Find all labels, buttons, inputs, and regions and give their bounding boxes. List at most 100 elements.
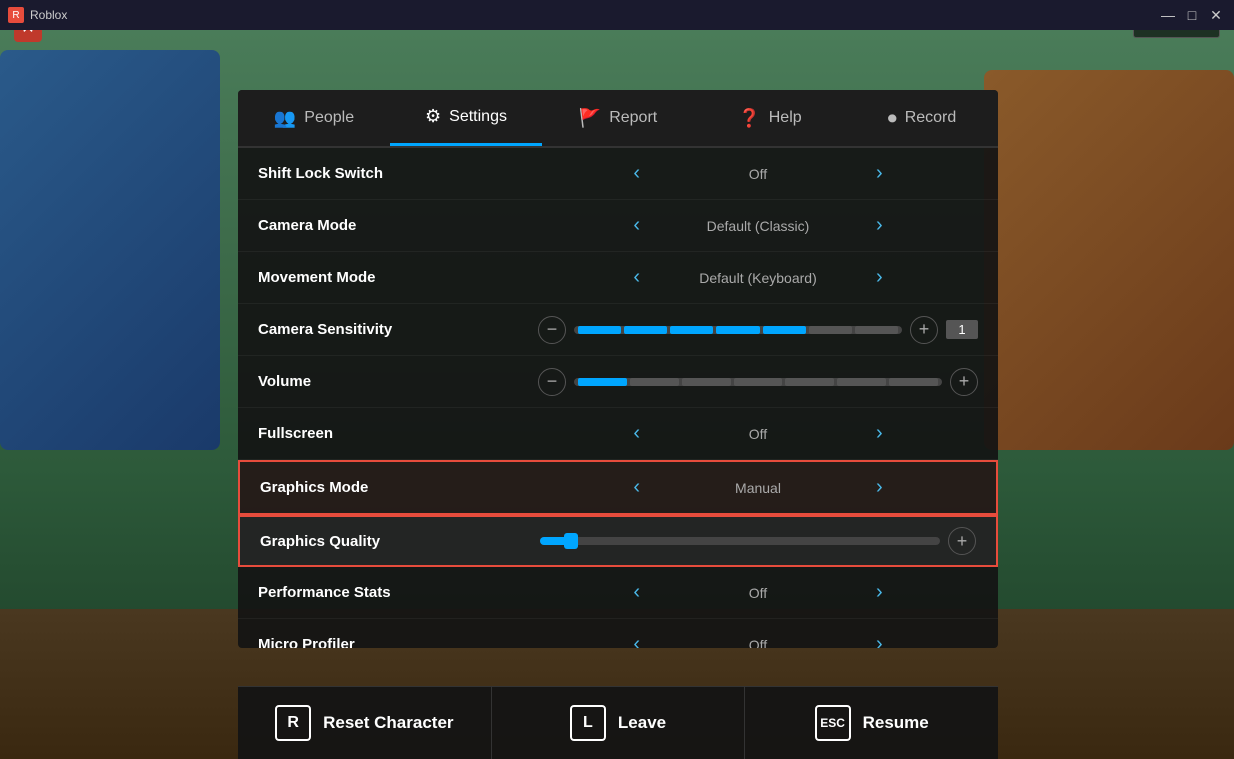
vseg3 — [682, 378, 731, 386]
setting-graphics-mode: Graphics Mode ‹ Manual › — [238, 460, 998, 515]
graphics-mode-control: ‹ Manual › — [540, 472, 976, 503]
seg7 — [855, 326, 898, 334]
micro-profiler-next[interactable]: › — [868, 629, 891, 648]
vseg5 — [785, 378, 834, 386]
resume-button[interactable]: ESC Resume — [745, 687, 998, 759]
camera-sensitivity-value: 1 — [946, 320, 978, 339]
setting-performance-stats: Performance Stats ‹ Off › — [238, 567, 998, 619]
seg5 — [763, 326, 806, 334]
maximize-button[interactable]: □ — [1182, 5, 1202, 25]
movement-mode-next[interactable]: › — [868, 262, 891, 293]
report-tab-icon: 🚩 — [579, 108, 601, 129]
graphics-quality-label: Graphics Quality — [260, 533, 540, 550]
settings-content: Shift Lock Switch ‹ Off › Camera Mode ‹ … — [238, 148, 998, 648]
setting-movement-mode: Movement Mode ‹ Default (Keyboard) › — [238, 252, 998, 304]
micro-profiler-label: Micro Profiler — [258, 636, 538, 648]
reset-key-badge: R — [275, 705, 311, 741]
micro-profiler-value: Off — [658, 637, 858, 649]
seg6 — [809, 326, 852, 334]
window-close-button[interactable]: ✕ — [1206, 5, 1226, 25]
setting-volume: Volume − + — [238, 356, 998, 408]
performance-stats-next[interactable]: › — [868, 577, 891, 608]
graphics-quality-slider: + — [540, 527, 976, 555]
movement-mode-label: Movement Mode — [258, 269, 538, 286]
volume-plus[interactable]: + — [950, 368, 978, 396]
fullscreen-value: Off — [658, 426, 858, 442]
vseg7 — [889, 378, 938, 386]
seg3 — [670, 326, 713, 334]
setting-shift-lock: Shift Lock Switch ‹ Off › — [238, 148, 998, 200]
setting-graphics-quality: Graphics Quality + — [238, 515, 998, 567]
shift-lock-control: ‹ Off › — [538, 158, 978, 189]
help-tab-icon: ❓ — [738, 108, 760, 129]
camera-sensitivity-plus[interactable]: + — [910, 316, 938, 344]
micro-profiler-control: ‹ Off › — [538, 629, 978, 648]
leave-key-badge: L — [570, 705, 606, 741]
setting-camera-mode: Camera Mode ‹ Default (Classic) › — [238, 200, 998, 252]
tab-people[interactable]: 👥 People — [238, 90, 390, 146]
vseg6 — [837, 378, 886, 386]
minimize-button[interactable]: — — [1158, 5, 1178, 25]
performance-stats-label: Performance Stats — [258, 584, 538, 601]
fullscreen-control: ‹ Off › — [538, 418, 978, 449]
camera-sensitivity-label: Camera Sensitivity — [258, 321, 538, 338]
micro-profiler-prev[interactable]: ‹ — [625, 629, 648, 648]
people-tab-label: People — [304, 109, 354, 127]
leave-button[interactable]: L Leave — [492, 687, 746, 759]
fullscreen-prev[interactable]: ‹ — [625, 418, 648, 449]
fullscreen-label: Fullscreen — [258, 425, 538, 442]
vseg4 — [734, 378, 783, 386]
titlebar: R Roblox — □ ✕ — [0, 0, 1234, 30]
reset-character-button[interactable]: R Reset Character — [238, 687, 492, 759]
seg4 — [716, 326, 759, 334]
setting-micro-profiler: Micro Profiler ‹ Off › — [238, 619, 998, 648]
record-tab-label: Record — [905, 109, 957, 127]
camera-sensitivity-control: − + 1 — [538, 316, 978, 344]
settings-tab-icon: ⚙ — [425, 106, 441, 127]
shift-lock-prev[interactable]: ‹ — [625, 158, 648, 189]
volume-control: − + — [538, 368, 978, 396]
bottom-bar: R Reset Character L Leave ESC Resume — [238, 686, 998, 759]
graphics-mode-value: Manual — [658, 480, 858, 496]
settings-tab-label: Settings — [449, 108, 507, 126]
graphics-quality-track[interactable] — [540, 537, 940, 545]
camera-mode-prev[interactable]: ‹ — [625, 210, 648, 241]
report-tab-label: Report — [609, 109, 657, 127]
tab-settings[interactable]: ⚙ Settings — [390, 90, 542, 146]
performance-stats-prev[interactable]: ‹ — [625, 577, 648, 608]
graphics-mode-label: Graphics Mode — [260, 479, 540, 496]
tab-record[interactable]: ⏺ Record — [846, 90, 998, 146]
graphics-mode-next[interactable]: › — [868, 472, 891, 503]
graphics-quality-plus[interactable]: + — [948, 527, 976, 555]
fullscreen-next[interactable]: › — [868, 418, 891, 449]
graphics-mode-prev[interactable]: ‹ — [625, 472, 648, 503]
titlebar-icon: R — [8, 7, 24, 23]
tab-report[interactable]: 🚩 Report — [542, 90, 694, 146]
volume-track[interactable] — [574, 378, 942, 386]
reset-character-label: Reset Character — [323, 713, 453, 733]
movement-mode-prev[interactable]: ‹ — [625, 262, 648, 293]
resume-label: Resume — [863, 713, 929, 733]
volume-minus[interactable]: − — [538, 368, 566, 396]
shift-lock-next[interactable]: › — [868, 158, 891, 189]
camera-mode-next[interactable]: › — [868, 210, 891, 241]
graphics-quality-control: + — [540, 527, 976, 555]
titlebar-controls: — □ ✕ — [1158, 5, 1226, 25]
vseg1 — [578, 378, 627, 386]
titlebar-left: R Roblox — [8, 7, 67, 23]
seg2 — [624, 326, 667, 334]
bg-building-left — [0, 50, 220, 450]
camera-mode-label: Camera Mode — [258, 217, 538, 234]
tab-help[interactable]: ❓ Help — [694, 90, 846, 146]
performance-stats-control: ‹ Off › — [538, 577, 978, 608]
volume-slider: − + — [538, 368, 978, 396]
camera-sensitivity-track[interactable] — [574, 326, 902, 334]
people-tab-icon: 👥 — [274, 108, 296, 129]
titlebar-title: Roblox — [30, 8, 67, 22]
camera-sensitivity-minus[interactable]: − — [538, 316, 566, 344]
camera-mode-value: Default (Classic) — [658, 218, 858, 234]
setting-fullscreen: Fullscreen ‹ Off › — [238, 408, 998, 460]
tabs-bar: 👥 People ⚙ Settings 🚩 Report ❓ Help ⏺ Re… — [238, 90, 998, 148]
leave-label: Leave — [618, 713, 666, 733]
volume-label: Volume — [258, 373, 538, 390]
